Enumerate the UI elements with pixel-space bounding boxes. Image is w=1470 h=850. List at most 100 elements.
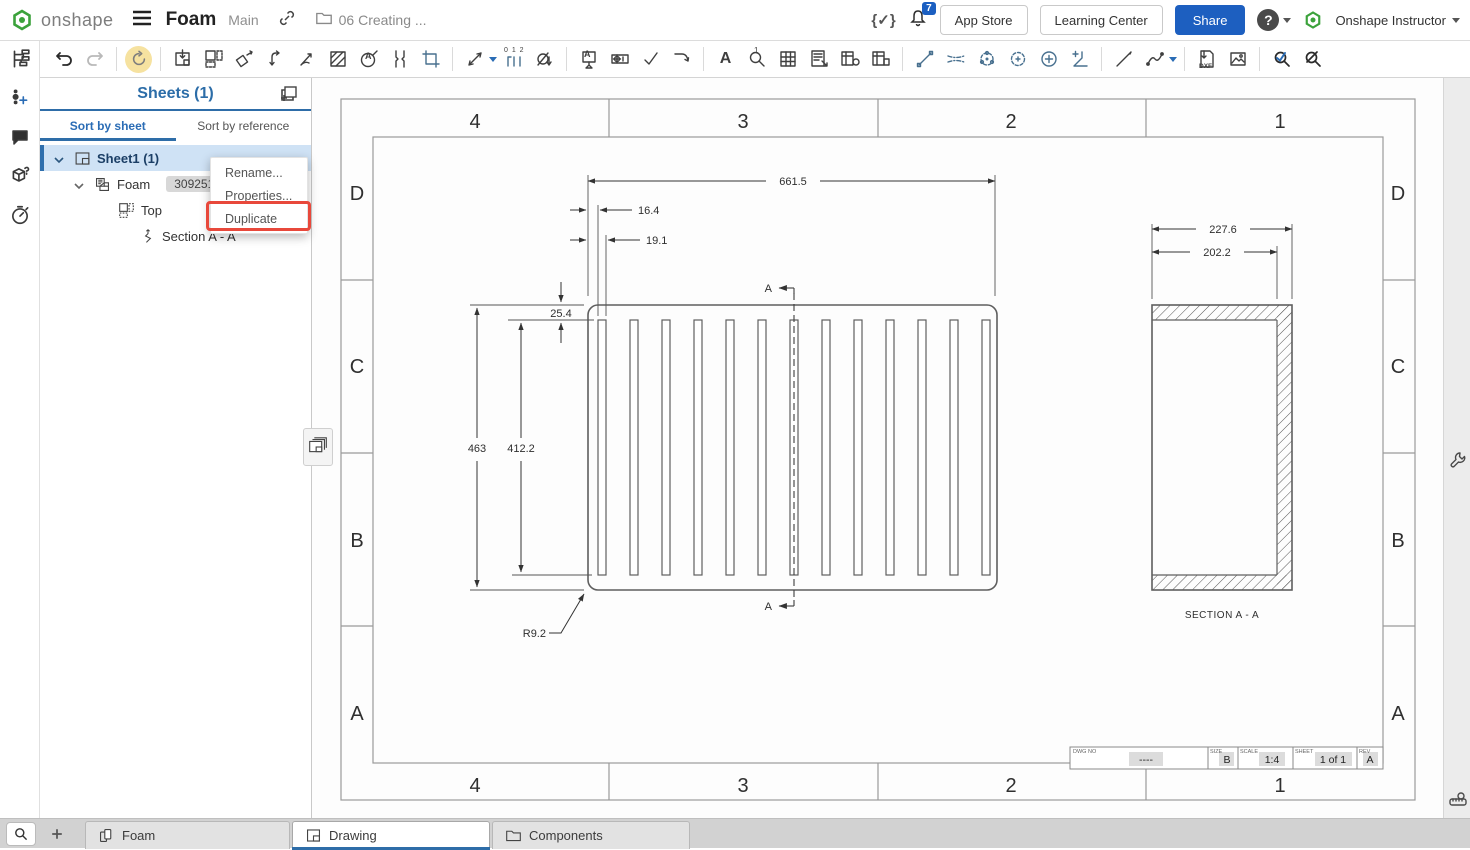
center-mark-icon[interactable]	[1035, 46, 1062, 73]
tab-foam-part-studio[interactable]: Foam	[85, 821, 290, 849]
comments-icon[interactable]	[8, 125, 32, 149]
tab-sort-by-reference[interactable]: Sort by reference	[176, 111, 312, 141]
tab-components-folder[interactable]: Components	[492, 821, 690, 849]
zone-label-top-4: 4	[469, 111, 480, 133]
document-tab-bar: Foam Drawing Components	[0, 818, 1470, 848]
dim-overall-height-text[interactable]: 463	[468, 443, 486, 455]
menu-item-properties[interactable]: Properties...	[211, 184, 307, 207]
zone-label-bottom-2: 2	[1005, 775, 1016, 797]
sheet-border	[341, 99, 1415, 800]
insert-image-icon[interactable]	[1224, 46, 1251, 73]
app-store-button[interactable]: App Store	[940, 5, 1028, 35]
move-view-icon[interactable]	[262, 46, 289, 73]
dim-overall-width-text[interactable]: 661.5	[779, 176, 807, 188]
drawing-properties-wrench-icon[interactable]	[1448, 450, 1468, 470]
app-header: onshape Foam Main 06 Creating ... {✓} 7 …	[0, 0, 1470, 41]
centerline-icon[interactable]	[942, 46, 969, 73]
dim-slot-length-text[interactable]: 412.2	[507, 443, 535, 455]
workspace-name[interactable]: Main	[228, 12, 258, 28]
dimension-dropdown-caret-icon[interactable]	[489, 57, 497, 62]
user-menu[interactable]: Onshape Instructor	[1335, 13, 1460, 28]
hole-table-icon[interactable]	[836, 46, 863, 73]
center-mark-group-icon[interactable]	[973, 46, 1000, 73]
note-icon[interactable]: A	[712, 46, 739, 73]
center-mark-circular-icon[interactable]	[1004, 46, 1031, 73]
ordinate-dimension-icon[interactable]: 0 1 2	[500, 46, 527, 73]
spline-dropdown-caret-icon[interactable]	[1169, 57, 1177, 62]
share-button[interactable]: Share	[1175, 5, 1246, 35]
search-tabs-button[interactable]	[6, 822, 36, 846]
folder-name[interactable]: 06 Creating ...	[339, 12, 427, 28]
redo-icon[interactable]	[81, 46, 108, 73]
help-icon[interactable]: ?	[1257, 9, 1279, 31]
learning-center-button[interactable]: Learning Center	[1040, 5, 1163, 35]
history-clock-icon[interactable]	[8, 203, 32, 227]
broken-out-section-icon[interactable]	[324, 46, 351, 73]
versions-history-icon[interactable]	[8, 47, 32, 71]
hide-annotations-icon[interactable]	[1299, 46, 1326, 73]
projected-view-icon[interactable]	[200, 46, 227, 73]
diameter-dimension-icon[interactable]	[531, 46, 558, 73]
drawing-canvas[interactable]: 4 3 2 1 4 3 2 1 D C B A D C B A	[312, 78, 1443, 818]
tree-item-label: Foam	[117, 177, 150, 192]
zone-label-bottom-3: 3	[737, 775, 748, 797]
menu-item-duplicate[interactable]: Duplicate	[211, 207, 307, 230]
add-sheet-icon[interactable]	[279, 84, 299, 109]
add-tab-button[interactable]	[45, 823, 69, 845]
section-arrow-label-bottom: A	[765, 601, 773, 613]
sheets-panel-toggle-button[interactable]	[303, 428, 333, 466]
callout-icon[interactable]: 1	[743, 46, 770, 73]
top-view-geometry[interactable]	[588, 305, 997, 590]
insert-view-icon[interactable]	[169, 46, 196, 73]
notifications-bell-icon[interactable]: 7	[908, 8, 928, 33]
bom-table-icon[interactable]	[805, 46, 832, 73]
titleblock-scale-label: SCALE	[1240, 749, 1258, 755]
detail-view-icon[interactable]: A	[355, 46, 382, 73]
dim-top-margin-text[interactable]: 25.4	[550, 308, 571, 320]
spline-icon[interactable]	[1141, 46, 1168, 73]
undo-icon[interactable]	[50, 46, 77, 73]
base-view-icon	[94, 176, 111, 193]
sketch-line-icon[interactable]	[1110, 46, 1137, 73]
dim-section-overall-text[interactable]: 227.6	[1209, 224, 1237, 236]
featurescript-icon[interactable]: {✓}	[871, 11, 895, 29]
update-views-icon[interactable]	[125, 46, 152, 73]
onshape-logo[interactable]: onshape	[10, 8, 114, 32]
toolbar-separator	[703, 47, 704, 71]
where-used-icon[interactable]	[8, 164, 32, 188]
table-icon[interactable]	[774, 46, 801, 73]
drawing-sheet: 4 3 2 1 4 3 2 1 D C B A D C B A	[312, 78, 1443, 818]
geometric-tolerance-icon[interactable]	[606, 46, 633, 73]
follow-mode-icon[interactable]	[8, 86, 32, 110]
show-annotations-icon[interactable]	[1268, 46, 1295, 73]
copy-link-icon[interactable]	[277, 8, 297, 33]
tab-sort-by-sheet[interactable]: Sort by sheet	[40, 111, 176, 141]
transform-view-icon[interactable]	[293, 46, 320, 73]
tab-drawing[interactable]: Drawing	[292, 821, 490, 849]
export-dxf-icon[interactable]: DXF	[1193, 46, 1220, 73]
dim-slot-offset-2-text[interactable]: 19.1	[646, 235, 667, 247]
titleblock-size-value: B	[1223, 754, 1230, 766]
auxiliary-view-icon[interactable]	[231, 46, 258, 73]
crop-view-icon[interactable]	[417, 46, 444, 73]
surface-finish-icon[interactable]	[637, 46, 664, 73]
dim-corner-radius-text[interactable]: R9.2	[523, 628, 546, 640]
main-menu-icon[interactable]	[132, 10, 152, 31]
weld-symbol-icon[interactable]	[668, 46, 695, 73]
section-view-geometry[interactable]	[1152, 305, 1292, 590]
menu-item-rename[interactable]: Rename...	[211, 161, 307, 184]
chevron-down-icon[interactable]	[54, 153, 64, 163]
chamfer-dimension-icon[interactable]	[1066, 46, 1093, 73]
dimension-icon[interactable]	[461, 46, 488, 73]
dim-slot-offset-1-text[interactable]: 16.4	[638, 205, 659, 217]
help-menu[interactable]: ?	[1257, 9, 1291, 31]
cut-list-table-icon[interactable]	[867, 46, 894, 73]
folder-icon	[505, 827, 522, 844]
break-view-icon[interactable]	[386, 46, 413, 73]
sheets-panel-header: Sheets (1)	[40, 78, 311, 111]
datum-icon[interactable]: A	[575, 46, 602, 73]
centerline-two-point-icon[interactable]	[911, 46, 938, 73]
measure-tool-icon[interactable]	[1448, 790, 1468, 810]
chevron-down-icon[interactable]	[74, 179, 84, 189]
dim-section-inner-text[interactable]: 202.2	[1203, 247, 1231, 259]
